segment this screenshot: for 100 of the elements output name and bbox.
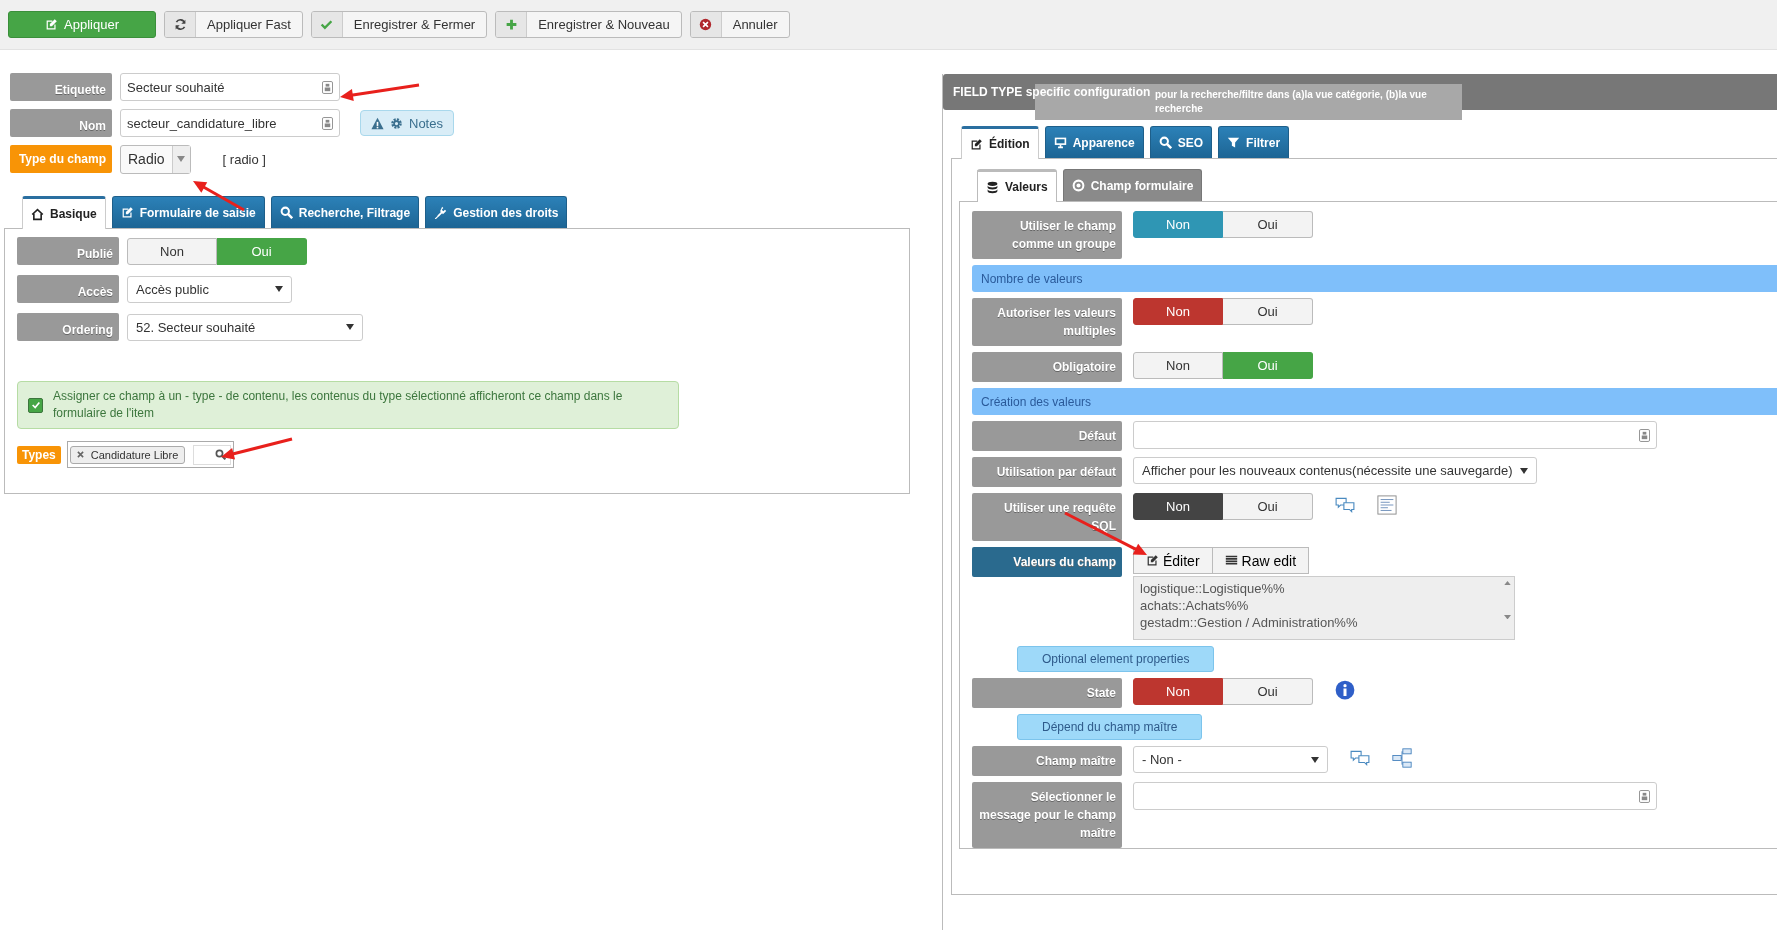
toggle-option[interactable]: Oui (1223, 298, 1313, 325)
section-header: Création des valeurs (972, 388, 1777, 415)
field-label: Type du champ (10, 145, 112, 173)
field-icon (1639, 789, 1650, 803)
toggle-option[interactable]: Oui (1223, 493, 1313, 520)
database-icon (986, 180, 999, 194)
value-line: gestadm::Gestion / Administration%% (1140, 614, 1359, 631)
type-hint: [ radio ] (222, 151, 266, 167)
refresh-icon (173, 18, 187, 31)
edit-icon (970, 137, 983, 151)
field-label: Autoriser les valeurs multiples (972, 298, 1122, 346)
toggle-option[interactable]: Non (1133, 298, 1223, 325)
search-icon (215, 449, 227, 460)
speech-bubbles-icon[interactable] (1350, 748, 1370, 768)
info-icon[interactable] (1335, 680, 1355, 700)
field-label: Etiquette (10, 73, 112, 101)
toolbar-button[interactable]: Annuler (689, 11, 790, 38)
tab[interactable]: Basique (22, 196, 106, 229)
scroll-up-icon[interactable] (1503, 581, 1511, 586)
toggle-option[interactable]: Oui (1223, 211, 1313, 238)
field-label: Obligatoire (972, 352, 1122, 382)
toolbar-button[interactable]: Enregistrer & Fermer (310, 11, 488, 38)
field-label: Utilisation par défaut (972, 457, 1122, 487)
toggle-option[interactable]: Non (1133, 352, 1223, 379)
plus-icon (504, 18, 518, 31)
toggle-option[interactable]: Oui (1223, 678, 1313, 705)
edit-icon (1146, 554, 1159, 567)
toolbar-button[interactable]: Enregistrer & Nouveau (495, 11, 682, 38)
home-icon (31, 207, 44, 221)
speech-bubbles-icon[interactable] (1335, 495, 1355, 515)
gear-icon (390, 116, 403, 130)
caret-icon (275, 286, 283, 292)
toggle-option[interactable]: Non (127, 237, 217, 265)
field-label: State (972, 678, 1122, 708)
warning-icon (371, 116, 384, 130)
section-pill: Optional element properties (1017, 646, 1215, 672)
values-textarea[interactable]: logistique::Logistique%% achats::Achats%% gestadm::Gestion / Administration%% (1133, 576, 1515, 640)
field-label: Publié (17, 237, 119, 265)
field-label: Défaut (972, 421, 1122, 451)
text-field[interactable]: secteur_candidature_libre (120, 109, 340, 137)
field-icon (322, 80, 333, 94)
edit-icon (120, 206, 134, 219)
tag-field[interactable]: Candidature Libre (66, 441, 235, 468)
circle-icon (1071, 179, 1085, 192)
hierarchy-icon[interactable] (1392, 748, 1412, 768)
section-header: Nombre de valeurs (972, 265, 1777, 292)
notes-button[interactable]: Notes (360, 110, 454, 136)
value-line: logistique::Logistique%% (1140, 580, 1286, 597)
edit-button[interactable]: Éditer (1133, 547, 1213, 574)
monitor-icon (1053, 136, 1067, 149)
type-select[interactable]: Radio (120, 144, 191, 174)
toolbar-button[interactable]: Appliquer Fast (164, 11, 303, 38)
select-field[interactable]: 52. Secteur souhaité (127, 313, 363, 341)
edit-icon (45, 18, 59, 31)
field-label: Accès (17, 275, 119, 303)
text-field[interactable]: Secteur souhaité (120, 73, 340, 101)
checkbox[interactable] (28, 397, 43, 413)
text-field[interactable] (1133, 421, 1657, 449)
filter-icon (1227, 136, 1241, 149)
tab[interactable]: SEO (1149, 126, 1213, 158)
scroll-down-icon[interactable] (1503, 614, 1511, 619)
toggle-option[interactable]: Non (1133, 493, 1223, 520)
check-icon (320, 18, 334, 31)
caret-icon (346, 324, 354, 330)
field-label: Champ maître (972, 746, 1122, 776)
document-icon[interactable] (1377, 495, 1397, 515)
select-field[interactable]: Afficher pour les nouveaux contenus(nécessite une sauvegarde) (1133, 457, 1537, 484)
field-label: Valeurs du champ (972, 547, 1122, 577)
text-field[interactable] (1133, 782, 1657, 810)
field-icon (322, 116, 333, 130)
tab[interactable]: Formulaire de saisie (111, 196, 265, 228)
caret-icon (1311, 756, 1319, 763)
select-field[interactable]: Accès public (127, 275, 292, 303)
annotation-arrow (221, 437, 293, 460)
tab[interactable]: Recherche, Filtrage (270, 196, 420, 228)
remove-icon[interactable] (76, 451, 84, 458)
tab[interactable]: Édition (961, 126, 1039, 159)
tab[interactable]: Valeurs (977, 169, 1057, 202)
tab[interactable]: Filtrer (1218, 126, 1290, 158)
panel-title: FIELD TYPE specific configuration (953, 85, 1151, 99)
caret-icon (177, 156, 186, 162)
alert-text: Assigner ce champ à un - type - de contenu, les contenus du type sélectionné afficheront ce champ dans le formulaire de l'item (53, 388, 624, 422)
raw-edit-button[interactable]: Raw edit (1212, 547, 1310, 574)
field-label: Nom (10, 109, 112, 137)
tag[interactable]: Candidature Libre (69, 445, 186, 464)
check-icon (30, 400, 41, 410)
select-field[interactable]: - Non - (1133, 746, 1328, 773)
value-line: achats::Achats%% (1140, 597, 1250, 614)
field-label: Utiliser le champ comme un groupe (972, 211, 1122, 259)
tab[interactable]: Apparence (1044, 126, 1144, 158)
list-icon (1224, 554, 1238, 567)
cancel-icon (699, 18, 713, 31)
tab[interactable]: Gestion des droits (425, 196, 568, 228)
toggle-option[interactable]: Non (1133, 678, 1223, 705)
search-icon (1158, 136, 1172, 149)
types-label: Types (17, 445, 61, 464)
caret-icon (1520, 467, 1528, 474)
field-icon (1639, 428, 1650, 442)
field-label: Ordering (17, 313, 119, 341)
field-label: Sélectionner le message pour le champ maître (972, 782, 1122, 848)
